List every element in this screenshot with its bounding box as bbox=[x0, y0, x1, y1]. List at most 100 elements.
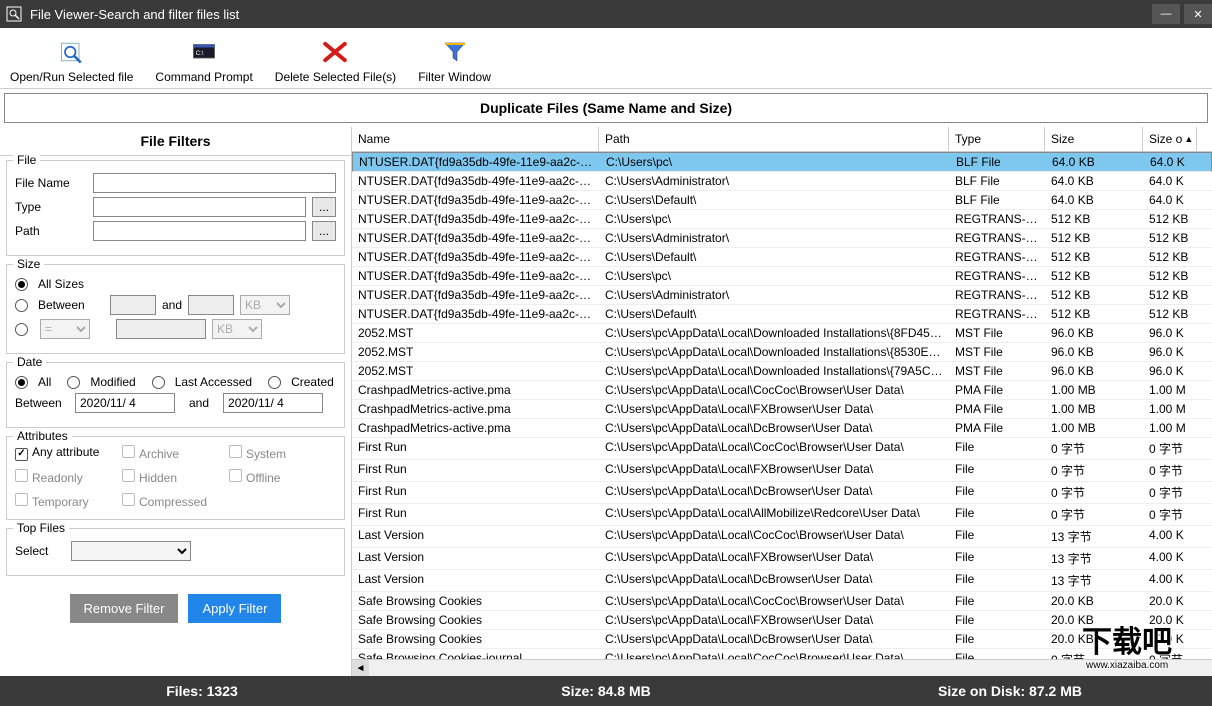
table-row[interactable]: First RunC:\Users\pc\AppData\Local\AllMo… bbox=[352, 504, 1212, 526]
cell-type: REGTRANS-MS ... bbox=[949, 305, 1045, 323]
date-from-input[interactable] bbox=[75, 393, 175, 413]
path-browse-button[interactable]: ... bbox=[312, 221, 336, 241]
filter-window-button[interactable]: Filter Window bbox=[412, 34, 497, 86]
cell-name: CrashpadMetrics-active.pma bbox=[352, 381, 599, 399]
table-row[interactable]: CrashpadMetrics-active.pmaC:\Users\pc\Ap… bbox=[352, 419, 1212, 438]
date-modified-radio[interactable] bbox=[67, 376, 80, 389]
cell-size: 64.0 KB bbox=[1046, 153, 1144, 171]
table-row[interactable]: Last VersionC:\Users\pc\AppData\Local\Dc… bbox=[352, 570, 1212, 592]
table-row[interactable]: First RunC:\Users\pc\AppData\Local\FXBro… bbox=[352, 460, 1212, 482]
table-row[interactable]: Safe Browsing CookiesC:\Users\pc\AppData… bbox=[352, 611, 1212, 630]
cell-name: NTUSER.DAT{fd9a35db-49fe-11e9-aa2c-248a.… bbox=[352, 210, 599, 228]
path-input[interactable] bbox=[93, 221, 306, 241]
attr-any-check[interactable] bbox=[15, 448, 28, 461]
cell-size: 13 字节 bbox=[1045, 526, 1143, 547]
table-row[interactable]: CrashpadMetrics-active.pmaC:\Users\pc\Ap… bbox=[352, 400, 1212, 419]
cell-size: 20.0 KB bbox=[1045, 630, 1143, 648]
cell-path: C:\Users\pc\AppData\Local\FXBrowser\User… bbox=[599, 611, 949, 629]
cell-sizeon: 0 字节 bbox=[1143, 482, 1197, 503]
toolbar: Open/Run Selected file C:\ Command Promp… bbox=[0, 28, 1212, 89]
cell-type: File bbox=[949, 592, 1045, 610]
table-row[interactable]: Safe Browsing CookiesC:\Users\pc\AppData… bbox=[352, 592, 1212, 611]
attr-compressed-check bbox=[122, 493, 135, 506]
cell-name: NTUSER.DAT{fd9a35db-49fe-11e9-aa2c-248a.… bbox=[352, 305, 599, 323]
cell-size: 0 字节 bbox=[1045, 438, 1143, 459]
table-row[interactable]: NTUSER.DAT{fd9a35db-49fe-11e9-aa2c-248a.… bbox=[352, 191, 1212, 210]
type-browse-button[interactable]: ... bbox=[312, 197, 336, 217]
cell-path: C:\Users\pc\AppData\Local\CocCoc\Browser… bbox=[599, 649, 949, 659]
apply-filter-button[interactable]: Apply Filter bbox=[188, 594, 281, 623]
table-row[interactable]: 2052.MSTC:\Users\pc\AppData\Local\Downlo… bbox=[352, 362, 1212, 381]
size-between-radio[interactable] bbox=[15, 299, 28, 312]
command-prompt-button[interactable]: C:\ Command Prompt bbox=[149, 34, 258, 86]
delete-selected-button[interactable]: Delete Selected File(s) bbox=[269, 34, 402, 86]
date-accessed-radio[interactable] bbox=[152, 376, 165, 389]
table-row[interactable]: First RunC:\Users\pc\AppData\Local\CocCo… bbox=[352, 438, 1212, 460]
table-row[interactable]: NTUSER.DAT{fd9a35db-49fe-11e9-aa2c-248a.… bbox=[352, 172, 1212, 191]
cell-name: CrashpadMetrics-active.pma bbox=[352, 400, 599, 418]
cell-size: 0 字节 bbox=[1045, 460, 1143, 481]
cell-size: 512 KB bbox=[1045, 305, 1143, 323]
topfiles-select[interactable] bbox=[71, 541, 191, 561]
size-fieldset: Size All Sizes Between and KB = KB bbox=[6, 264, 345, 354]
date-to-input[interactable] bbox=[223, 393, 323, 413]
col-name[interactable]: Name bbox=[352, 127, 599, 151]
col-sizeon[interactable]: Size o▲ bbox=[1143, 127, 1197, 151]
cell-size: 13 字节 bbox=[1045, 548, 1143, 569]
table-row[interactable]: NTUSER.DAT{fd9a35db-49fe-11e9-aa2c-248a.… bbox=[352, 305, 1212, 324]
table-row[interactable]: First RunC:\Users\pc\AppData\Local\DcBro… bbox=[352, 482, 1212, 504]
date-created-radio[interactable] bbox=[268, 376, 281, 389]
type-input[interactable] bbox=[93, 197, 306, 217]
cell-name: First Run bbox=[352, 482, 599, 503]
cell-size: 0 字节 bbox=[1045, 482, 1143, 503]
cell-type: File bbox=[949, 460, 1045, 481]
col-type[interactable]: Type bbox=[949, 127, 1045, 151]
filters-title: File Filters bbox=[0, 127, 351, 156]
table-row[interactable]: NTUSER.DAT{fd9a35db-49fe-11e9-aa2c-248a.… bbox=[352, 286, 1212, 305]
cell-sizeon: 4.00 K bbox=[1143, 526, 1197, 547]
size-op-radio[interactable] bbox=[15, 323, 28, 336]
table-row[interactable]: NTUSER.DAT{fd9a35db-49fe-11e9-aa2c-248a.… bbox=[352, 229, 1212, 248]
horizontal-scrollbar[interactable]: ◄ bbox=[352, 659, 1212, 676]
col-size[interactable]: Size bbox=[1045, 127, 1143, 151]
table-row[interactable]: 2052.MSTC:\Users\pc\AppData\Local\Downlo… bbox=[352, 343, 1212, 362]
table-row[interactable]: 2052.MSTC:\Users\pc\AppData\Local\Downlo… bbox=[352, 324, 1212, 343]
table-row[interactable]: NTUSER.DAT{fd9a35db-49fe-11e9-aa2c-248a.… bbox=[352, 248, 1212, 267]
table-row[interactable]: NTUSER.DAT{fd9a35db-49fe-11e9-aa2c-248a.… bbox=[352, 152, 1212, 172]
col-path[interactable]: Path bbox=[599, 127, 949, 151]
cell-sizeon: 512 KB bbox=[1143, 286, 1197, 304]
scroll-left-button[interactable]: ◄ bbox=[352, 660, 369, 676]
cell-name: Last Version bbox=[352, 570, 599, 591]
cell-path: C:\Users\pc\AppData\Local\Downloaded Ins… bbox=[599, 343, 949, 361]
table-row[interactable]: Safe Browsing Cookies-journalC:\Users\pc… bbox=[352, 649, 1212, 659]
cell-name: First Run bbox=[352, 438, 599, 459]
app-icon bbox=[6, 6, 22, 22]
table-row[interactable]: Last VersionC:\Users\pc\AppData\Local\FX… bbox=[352, 548, 1212, 570]
grid-body[interactable]: NTUSER.DAT{fd9a35db-49fe-11e9-aa2c-248a.… bbox=[352, 152, 1212, 659]
sort-asc-icon: ▲ bbox=[1184, 134, 1193, 144]
cell-type: File bbox=[949, 526, 1045, 547]
cell-sizeon: 64.0 K bbox=[1143, 172, 1197, 190]
cell-path: C:\Users\pc\AppData\Local\AllMobilize\Re… bbox=[599, 504, 949, 525]
size-all-radio[interactable] bbox=[15, 278, 28, 291]
table-row[interactable]: NTUSER.DAT{fd9a35db-49fe-11e9-aa2c-248a.… bbox=[352, 267, 1212, 286]
minimize-button[interactable]: — bbox=[1152, 4, 1180, 24]
date-all-radio[interactable] bbox=[15, 376, 28, 389]
cell-sizeon: 512 KB bbox=[1143, 210, 1197, 228]
cell-size: 20.0 KB bbox=[1045, 611, 1143, 629]
table-row[interactable]: NTUSER.DAT{fd9a35db-49fe-11e9-aa2c-248a.… bbox=[352, 210, 1212, 229]
table-row[interactable]: Last VersionC:\Users\pc\AppData\Local\Co… bbox=[352, 526, 1212, 548]
open-run-button[interactable]: Open/Run Selected file bbox=[4, 34, 139, 86]
cell-sizeon: 1.00 M bbox=[1143, 400, 1197, 418]
close-button[interactable]: ✕ bbox=[1184, 4, 1212, 24]
cell-path: C:\Users\pc\AppData\Local\Downloaded Ins… bbox=[599, 324, 949, 342]
filename-input[interactable] bbox=[93, 173, 336, 193]
cell-path: C:\Users\pc\ bbox=[599, 210, 949, 228]
cell-type: BLF File bbox=[950, 153, 1046, 171]
table-row[interactable]: Safe Browsing CookiesC:\Users\pc\AppData… bbox=[352, 630, 1212, 649]
attr-readonly-check bbox=[15, 469, 28, 482]
panel-heading: Duplicate Files (Same Name and Size) bbox=[4, 93, 1208, 123]
cell-type: PMA File bbox=[949, 381, 1045, 399]
table-row[interactable]: CrashpadMetrics-active.pmaC:\Users\pc\Ap… bbox=[352, 381, 1212, 400]
remove-filter-button[interactable]: Remove Filter bbox=[70, 594, 179, 623]
